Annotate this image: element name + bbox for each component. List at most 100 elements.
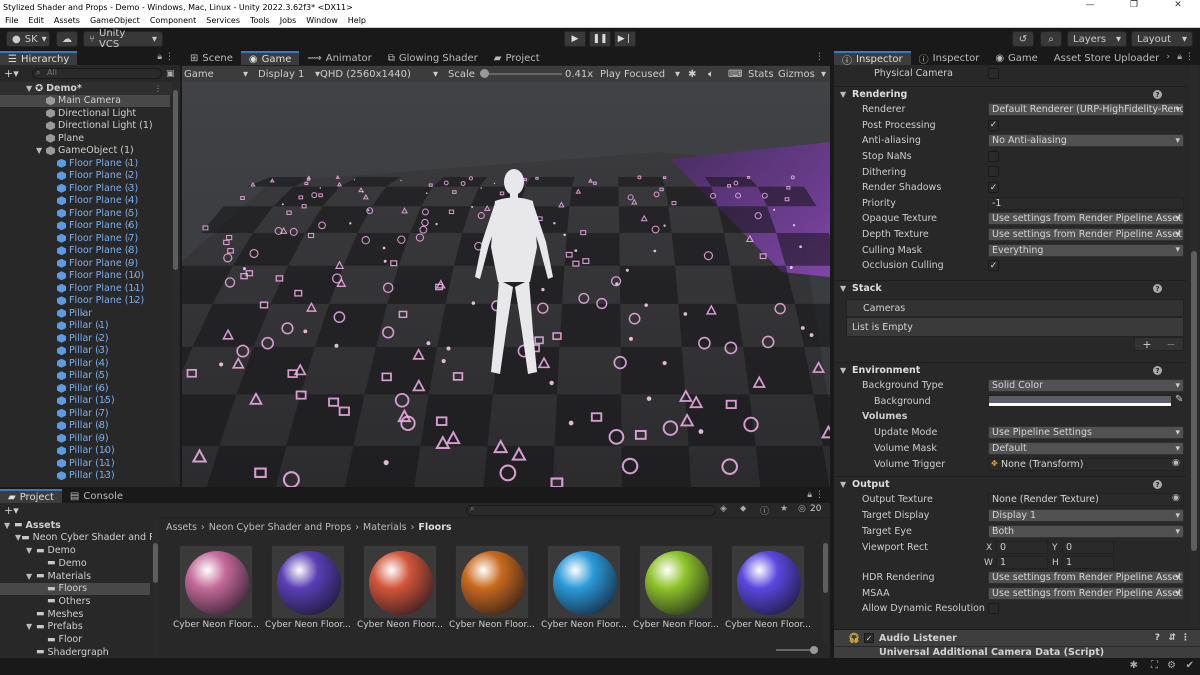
viewport-y-field[interactable]: 0	[1062, 541, 1114, 554]
hierarchy-item[interactable]: Pillar (4) ›	[0, 357, 109, 370]
open-prefab-icon[interactable]: ›	[103, 459, 106, 468]
tab-game-2[interactable]: ◉ Game	[987, 51, 1046, 65]
hierarchy-item[interactable]: Pillar (1) ›	[0, 320, 109, 333]
msaa-dropdown[interactable]: Use settings from Render Pipeline Asset	[988, 587, 1184, 601]
game-mode-dropdown[interactable]: Game ▾	[184, 69, 250, 80]
game-viewport[interactable]	[182, 82, 830, 487]
open-prefab-icon[interactable]: ›	[103, 396, 106, 405]
help-icon[interactable]: ?	[1153, 90, 1162, 99]
project-folder[interactable]: ▼ ▬ Materials	[0, 570, 150, 583]
volume-mask-dropdown[interactable]: Default	[988, 442, 1184, 456]
hierarchy-scrollbar[interactable]	[172, 82, 179, 482]
volume-trigger-field[interactable]: None (Transform)	[988, 458, 1184, 472]
menu-tools[interactable]: Tools	[245, 16, 275, 25]
breadcrumb-assets[interactable]: Assets	[166, 522, 197, 533]
bug-icon[interactable]: ✱	[688, 69, 696, 80]
project-tree-scrollbar[interactable]	[152, 519, 159, 657]
material-thumbnail[interactable]	[179, 545, 253, 619]
background-type-dropdown[interactable]: Solid Color	[988, 379, 1184, 393]
hierarchy-item[interactable]: Floor Plane (3) ›	[0, 182, 138, 195]
universal-camera-data-component[interactable]: Universal Additional Camera Data (Script…	[834, 647, 1200, 658]
search-button[interactable]: ⌕	[1040, 31, 1062, 47]
info-icon[interactable]: ⓘ	[760, 504, 769, 517]
open-prefab-icon[interactable]: ›	[97, 409, 100, 418]
tab-scene[interactable]: ⊞ Scene	[182, 51, 241, 65]
project-folder[interactable]: ▬ Demo	[0, 557, 150, 570]
hierarchy-item[interactable]: Pillar (3) ›	[0, 345, 109, 358]
tab-inspector[interactable]: ⓘ Inspector	[834, 51, 911, 67]
star-icon[interactable]: ★	[780, 504, 788, 514]
audio-listener-checkbox[interactable]: ✓	[864, 633, 874, 643]
menu-services[interactable]: Services	[201, 16, 245, 25]
update-mode-dropdown[interactable]: Use Pipeline Settings	[988, 426, 1184, 440]
stats-button[interactable]: Stats	[748, 69, 774, 80]
open-prefab-icon[interactable]: ›	[97, 434, 100, 443]
expand-arrow-icon[interactable]: ▼	[36, 146, 42, 155]
tab-inspector-2[interactable]: ⓘ Inspector	[911, 51, 988, 66]
create-icon[interactable]: +▾	[4, 504, 19, 517]
tab-glowing-shader[interactable]: ⧉ Glowing Shader	[380, 51, 486, 65]
open-prefab-icon[interactable]: ›	[103, 471, 106, 480]
play-focused-dropdown[interactable]: Play Focused ▾	[600, 69, 680, 80]
cloud-button[interactable]: ☁	[56, 31, 78, 47]
history-button[interactable]: ↺	[1012, 31, 1034, 47]
network-icon[interactable]: ⛶	[1151, 660, 1158, 671]
open-prefab-icon[interactable]: ›	[97, 346, 100, 355]
open-prefab-icon[interactable]: ›	[133, 284, 136, 293]
help-icon[interactable]: ?	[1155, 633, 1160, 643]
check-icon[interactable]: ✔	[1186, 660, 1194, 671]
more-icon[interactable]: ⋮	[165, 52, 174, 62]
object-picker-icon[interactable]: ◉	[1172, 458, 1180, 468]
property-dropdown[interactable]: Use settings from Render Pipeline Asset	[988, 212, 1184, 226]
open-prefab-icon[interactable]: ›	[127, 184, 130, 193]
project-folder[interactable]: ▬ Meshes	[0, 608, 150, 621]
open-prefab-icon[interactable]: ›	[97, 371, 100, 380]
open-prefab-icon[interactable]: ›	[127, 221, 130, 230]
open-prefab-icon[interactable]: ›	[127, 259, 130, 268]
property-checkbox[interactable]	[988, 166, 999, 178]
menu-gameobject[interactable]: GameObject	[85, 16, 145, 25]
menu-assets[interactable]: Assets	[49, 16, 85, 25]
material-thumbnail[interactable]	[731, 545, 805, 619]
open-prefab-icon[interactable]: ›	[97, 334, 100, 343]
layout-dropdown[interactable]: Layout ▾	[1131, 31, 1193, 47]
audio-icon[interactable]: 🔈︎	[708, 69, 714, 80]
project-folder[interactable]: ▼ ▬ Assets	[0, 519, 150, 532]
hierarchy-item[interactable]: Floor Plane (9) ›	[0, 257, 138, 270]
output-section[interactable]: ▼ Output?	[834, 476, 1186, 492]
menu-file[interactable]: File	[0, 16, 23, 25]
maximize-icon[interactable]: ❐	[1112, 0, 1156, 10]
viewport-w-field[interactable]: 1	[996, 556, 1048, 569]
open-prefab-icon[interactable]: ›	[97, 359, 100, 368]
preset-icon[interactable]: ⇵	[1168, 633, 1176, 643]
property-checkbox[interactable]: ✓	[988, 119, 999, 131]
material-thumbnail[interactable]	[455, 545, 529, 619]
tab-game[interactable]: ◉ Game	[240, 51, 300, 65]
project-folder[interactable]: ▼ ▬ Prefabs	[0, 621, 150, 634]
add-icon[interactable]: +▾	[4, 67, 19, 80]
hierarchy-item[interactable]: Floor Plane (2) ›	[0, 170, 138, 183]
open-prefab-icon[interactable]: ›	[127, 159, 130, 168]
eyedropper-icon[interactable]: ✎	[1175, 394, 1183, 405]
close-icon[interactable]: ✕	[1156, 0, 1200, 10]
display-dropdown[interactable]: Display 1 ▾	[258, 69, 320, 80]
hierarchy-item[interactable]: Pillar (13) ›	[0, 470, 115, 483]
property-dropdown[interactable]: Default Renderer (URP-HighFidelity-Rende	[988, 103, 1184, 117]
dynamic-resolution-checkbox[interactable]	[988, 603, 999, 614]
open-prefab-icon[interactable]: ›	[97, 421, 100, 430]
vcs-button[interactable]: ⑂ Unity VCS ▾	[83, 28, 163, 50]
tab-project-bottom[interactable]: ▰ Project	[0, 489, 62, 503]
help-icon[interactable]: ?	[1153, 284, 1162, 293]
property-dropdown[interactable]: Use settings from Render Pipeline Asset	[988, 228, 1184, 242]
more-icon[interactable]: ⋮	[1185, 52, 1194, 62]
hierarchy-item[interactable]: Floor Plane (7) ›	[0, 232, 138, 245]
more-icon[interactable]: ⋮	[815, 52, 824, 62]
menu-help[interactable]: Help	[343, 16, 371, 25]
gizmos-dropdown[interactable]: Gizmos ▾	[778, 69, 826, 80]
hierarchy-item[interactable]: Floor Plane (5) ›	[0, 207, 138, 220]
account-button[interactable]: ● SK ▾	[6, 31, 50, 47]
play-button[interactable]: ▶	[564, 31, 586, 47]
pause-button[interactable]: ❚❚	[589, 31, 611, 47]
hierarchy-item[interactable]: Pillar (10) ›	[0, 445, 115, 458]
tab-overflow-icon[interactable]: ›	[1166, 52, 1170, 62]
